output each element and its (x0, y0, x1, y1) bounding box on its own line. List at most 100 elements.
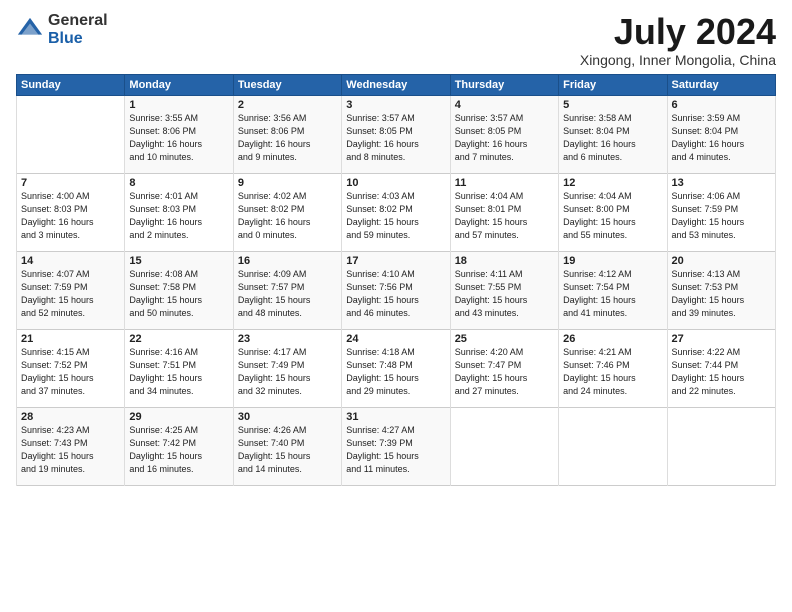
day-number: 27 (672, 333, 771, 345)
day-number: 19 (563, 255, 662, 267)
day-cell: 29Sunrise: 4:25 AM Sunset: 7:42 PM Dayli… (125, 407, 233, 485)
day-number: 9 (238, 177, 337, 189)
day-cell (450, 407, 558, 485)
header: General Blue July 2024 Xingong, Inner Mo… (16, 12, 776, 68)
day-info: Sunrise: 4:08 AM Sunset: 7:58 PM Dayligh… (129, 268, 228, 320)
day-cell: 9Sunrise: 4:02 AM Sunset: 8:02 PM Daylig… (233, 173, 341, 251)
day-number: 26 (563, 333, 662, 345)
day-number: 30 (238, 411, 337, 423)
day-info: Sunrise: 4:23 AM Sunset: 7:43 PM Dayligh… (21, 424, 120, 476)
day-info: Sunrise: 4:26 AM Sunset: 7:40 PM Dayligh… (238, 424, 337, 476)
day-cell: 25Sunrise: 4:20 AM Sunset: 7:47 PM Dayli… (450, 329, 558, 407)
day-info: Sunrise: 3:55 AM Sunset: 8:06 PM Dayligh… (129, 112, 228, 164)
day-info: Sunrise: 4:04 AM Sunset: 8:01 PM Dayligh… (455, 190, 554, 242)
day-info: Sunrise: 4:21 AM Sunset: 7:46 PM Dayligh… (563, 346, 662, 398)
day-number: 15 (129, 255, 228, 267)
day-number: 16 (238, 255, 337, 267)
col-wednesday: Wednesday (342, 74, 450, 95)
day-cell: 31Sunrise: 4:27 AM Sunset: 7:39 PM Dayli… (342, 407, 450, 485)
logo-blue: Blue (48, 30, 108, 48)
day-cell: 5Sunrise: 3:58 AM Sunset: 8:04 PM Daylig… (559, 95, 667, 173)
day-number: 11 (455, 177, 554, 189)
day-info: Sunrise: 4:12 AM Sunset: 7:54 PM Dayligh… (563, 268, 662, 320)
day-number: 7 (21, 177, 120, 189)
day-info: Sunrise: 4:17 AM Sunset: 7:49 PM Dayligh… (238, 346, 337, 398)
day-info: Sunrise: 3:58 AM Sunset: 8:04 PM Dayligh… (563, 112, 662, 164)
day-cell: 28Sunrise: 4:23 AM Sunset: 7:43 PM Dayli… (17, 407, 125, 485)
day-cell: 3Sunrise: 3:57 AM Sunset: 8:05 PM Daylig… (342, 95, 450, 173)
day-cell: 19Sunrise: 4:12 AM Sunset: 7:54 PM Dayli… (559, 251, 667, 329)
day-number: 10 (346, 177, 445, 189)
week-row-4: 28Sunrise: 4:23 AM Sunset: 7:43 PM Dayli… (17, 407, 776, 485)
day-cell: 7Sunrise: 4:00 AM Sunset: 8:03 PM Daylig… (17, 173, 125, 251)
week-row-1: 7Sunrise: 4:00 AM Sunset: 8:03 PM Daylig… (17, 173, 776, 251)
day-info: Sunrise: 4:22 AM Sunset: 7:44 PM Dayligh… (672, 346, 771, 398)
logo-text: General Blue (48, 12, 108, 47)
day-info: Sunrise: 3:57 AM Sunset: 8:05 PM Dayligh… (455, 112, 554, 164)
day-info: Sunrise: 4:27 AM Sunset: 7:39 PM Dayligh… (346, 424, 445, 476)
day-info: Sunrise: 4:09 AM Sunset: 7:57 PM Dayligh… (238, 268, 337, 320)
day-info: Sunrise: 4:04 AM Sunset: 8:00 PM Dayligh… (563, 190, 662, 242)
day-cell: 17Sunrise: 4:10 AM Sunset: 7:56 PM Dayli… (342, 251, 450, 329)
day-info: Sunrise: 4:16 AM Sunset: 7:51 PM Dayligh… (129, 346, 228, 398)
day-info: Sunrise: 3:57 AM Sunset: 8:05 PM Dayligh… (346, 112, 445, 164)
day-cell: 20Sunrise: 4:13 AM Sunset: 7:53 PM Dayli… (667, 251, 775, 329)
header-row: Sunday Monday Tuesday Wednesday Thursday… (17, 74, 776, 95)
day-cell: 15Sunrise: 4:08 AM Sunset: 7:58 PM Dayli… (125, 251, 233, 329)
day-number: 3 (346, 99, 445, 111)
day-number: 13 (672, 177, 771, 189)
col-saturday: Saturday (667, 74, 775, 95)
day-number: 17 (346, 255, 445, 267)
col-tuesday: Tuesday (233, 74, 341, 95)
day-info: Sunrise: 4:10 AM Sunset: 7:56 PM Dayligh… (346, 268, 445, 320)
month-title: July 2024 (580, 12, 776, 52)
day-cell: 11Sunrise: 4:04 AM Sunset: 8:01 PM Dayli… (450, 173, 558, 251)
col-monday: Monday (125, 74, 233, 95)
day-cell: 16Sunrise: 4:09 AM Sunset: 7:57 PM Dayli… (233, 251, 341, 329)
day-cell: 10Sunrise: 4:03 AM Sunset: 8:02 PM Dayli… (342, 173, 450, 251)
logo-icon (16, 16, 44, 44)
day-info: Sunrise: 4:25 AM Sunset: 7:42 PM Dayligh… (129, 424, 228, 476)
day-number: 1 (129, 99, 228, 111)
day-cell: 12Sunrise: 4:04 AM Sunset: 8:00 PM Dayli… (559, 173, 667, 251)
day-number: 23 (238, 333, 337, 345)
week-row-0: 1Sunrise: 3:55 AM Sunset: 8:06 PM Daylig… (17, 95, 776, 173)
day-cell: 1Sunrise: 3:55 AM Sunset: 8:06 PM Daylig… (125, 95, 233, 173)
day-cell: 2Sunrise: 3:56 AM Sunset: 8:06 PM Daylig… (233, 95, 341, 173)
day-info: Sunrise: 4:11 AM Sunset: 7:55 PM Dayligh… (455, 268, 554, 320)
location-subtitle: Xingong, Inner Mongolia, China (580, 52, 776, 68)
logo-general: General (48, 12, 108, 30)
day-info: Sunrise: 4:20 AM Sunset: 7:47 PM Dayligh… (455, 346, 554, 398)
day-cell (17, 95, 125, 173)
calendar-table: Sunday Monday Tuesday Wednesday Thursday… (16, 74, 776, 486)
col-sunday: Sunday (17, 74, 125, 95)
week-row-2: 14Sunrise: 4:07 AM Sunset: 7:59 PM Dayli… (17, 251, 776, 329)
day-info: Sunrise: 4:13 AM Sunset: 7:53 PM Dayligh… (672, 268, 771, 320)
day-number: 20 (672, 255, 771, 267)
day-number: 25 (455, 333, 554, 345)
day-info: Sunrise: 4:18 AM Sunset: 7:48 PM Dayligh… (346, 346, 445, 398)
day-number: 31 (346, 411, 445, 423)
day-number: 8 (129, 177, 228, 189)
page: General Blue July 2024 Xingong, Inner Mo… (0, 0, 792, 612)
day-number: 2 (238, 99, 337, 111)
day-cell: 23Sunrise: 4:17 AM Sunset: 7:49 PM Dayli… (233, 329, 341, 407)
title-block: July 2024 Xingong, Inner Mongolia, China (580, 12, 776, 68)
day-number: 28 (21, 411, 120, 423)
day-number: 5 (563, 99, 662, 111)
day-info: Sunrise: 4:15 AM Sunset: 7:52 PM Dayligh… (21, 346, 120, 398)
day-cell: 4Sunrise: 3:57 AM Sunset: 8:05 PM Daylig… (450, 95, 558, 173)
day-info: Sunrise: 4:02 AM Sunset: 8:02 PM Dayligh… (238, 190, 337, 242)
day-cell: 18Sunrise: 4:11 AM Sunset: 7:55 PM Dayli… (450, 251, 558, 329)
day-info: Sunrise: 3:59 AM Sunset: 8:04 PM Dayligh… (672, 112, 771, 164)
day-info: Sunrise: 3:56 AM Sunset: 8:06 PM Dayligh… (238, 112, 337, 164)
col-friday: Friday (559, 74, 667, 95)
day-info: Sunrise: 4:07 AM Sunset: 7:59 PM Dayligh… (21, 268, 120, 320)
day-number: 4 (455, 99, 554, 111)
day-number: 22 (129, 333, 228, 345)
day-cell: 14Sunrise: 4:07 AM Sunset: 7:59 PM Dayli… (17, 251, 125, 329)
day-cell: 8Sunrise: 4:01 AM Sunset: 8:03 PM Daylig… (125, 173, 233, 251)
day-cell (559, 407, 667, 485)
day-cell: 24Sunrise: 4:18 AM Sunset: 7:48 PM Dayli… (342, 329, 450, 407)
day-info: Sunrise: 4:00 AM Sunset: 8:03 PM Dayligh… (21, 190, 120, 242)
